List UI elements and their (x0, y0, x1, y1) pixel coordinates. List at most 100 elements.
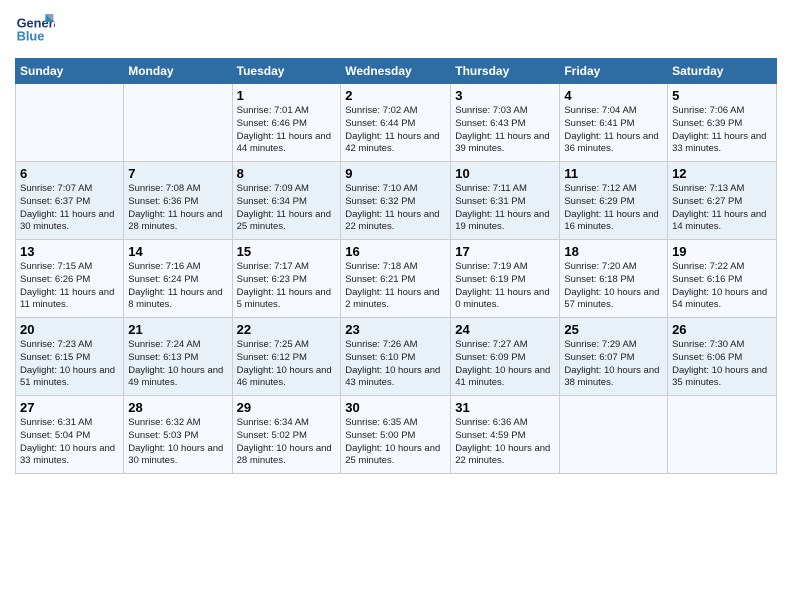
day-number: 21 (128, 322, 227, 337)
day-details: Sunrise: 7:13 AM Sunset: 6:27 PM Dayligh… (672, 183, 772, 234)
calendar-cell: 8 Sunrise: 7:09 AM Sunset: 6:34 PM Daylig… (232, 162, 341, 240)
day-number: 7 (128, 166, 227, 181)
calendar-cell (668, 396, 777, 474)
calendar-cell: 10Sunrise: 7:11 AM Sunset: 6:31 PM Dayli… (451, 162, 560, 240)
day-details: Sunrise: 7:08 AM Sunset: 6:36 PM Dayligh… (128, 183, 227, 234)
calendar-cell: 4 Sunrise: 7:04 AM Sunset: 6:41 PM Daylig… (560, 84, 668, 162)
day-details: Sunrise: 7:26 AM Sunset: 6:10 PM Dayligh… (345, 339, 446, 390)
day-details: Sunrise: 7:12 AM Sunset: 6:29 PM Dayligh… (564, 183, 663, 234)
day-number: 14 (128, 244, 227, 259)
calendar-cell: 2Sunrise: 7:02 AM Sunset: 6:44 PM Daylig… (341, 84, 451, 162)
calendar-cell: 16 Sunrise: 7:18 AM Sunset: 6:21 PM Dayli… (341, 240, 451, 318)
day-number: 9 (345, 166, 446, 181)
day-number: 24 (455, 322, 555, 337)
day-details: Sunrise: 7:22 AM Sunset: 6:16 PM Dayligh… (672, 261, 772, 312)
day-details: Sunrise: 7:16 AM Sunset: 6:24 PM Dayligh… (128, 261, 227, 312)
day-number: 23 (345, 322, 446, 337)
day-number: 22 (237, 322, 337, 337)
day-number: 28 (128, 400, 227, 415)
calendar-cell: 1 Sunrise: 7:01 AM Sunset: 6:46 PM Daylig… (232, 84, 341, 162)
day-number: 19 (672, 244, 772, 259)
day-details: Sunrise: 7:23 AM Sunset: 6:15 PM Dayligh… (20, 339, 119, 390)
day-number: 20 (20, 322, 119, 337)
day-details: Sunrise: 7:01 AM Sunset: 6:46 PM Dayligh… (237, 105, 337, 156)
calendar-header-row: SundayMondayTuesdayWednesdayThursdayFrid… (16, 59, 777, 84)
calendar-cell: 7 Sunrise: 7:08 AM Sunset: 6:36 PM Daylig… (124, 162, 232, 240)
day-number: 6 (20, 166, 119, 181)
day-number: 11 (564, 166, 663, 181)
day-details: Sunrise: 7:04 AM Sunset: 6:41 PM Dayligh… (564, 105, 663, 156)
calendar-header-thursday: Thursday (451, 59, 560, 84)
calendar-week-row: 1 Sunrise: 7:01 AM Sunset: 6:46 PM Daylig… (16, 84, 777, 162)
calendar-header-monday: Monday (124, 59, 232, 84)
day-details: Sunrise: 7:15 AM Sunset: 6:26 PM Dayligh… (20, 261, 119, 312)
day-number: 17 (455, 244, 555, 259)
day-number: 30 (345, 400, 446, 415)
calendar-cell: 30 Sunrise: 6:35 AM Sunset: 5:00 PM Dayli… (341, 396, 451, 474)
day-details: Sunrise: 7:07 AM Sunset: 6:37 PM Dayligh… (20, 183, 119, 234)
day-details: Sunrise: 6:31 AM Sunset: 5:04 PM Dayligh… (20, 417, 119, 468)
day-number: 29 (237, 400, 337, 415)
logo-icon: General Blue (15, 10, 55, 50)
day-details: Sunrise: 7:18 AM Sunset: 6:21 PM Dayligh… (345, 261, 446, 312)
calendar-week-row: 27 Sunrise: 6:31 AM Sunset: 5:04 PM Dayli… (16, 396, 777, 474)
day-number: 2 (345, 88, 446, 103)
calendar-cell: 13 Sunrise: 7:15 AM Sunset: 6:26 PM Dayli… (16, 240, 124, 318)
day-details: Sunrise: 6:36 AM Sunset: 4:59 PM Dayligh… (455, 417, 555, 468)
calendar-cell: 20 Sunrise: 7:23 AM Sunset: 6:15 PM Dayli… (16, 318, 124, 396)
svg-text:Blue: Blue (17, 28, 45, 43)
calendar-header-wednesday: Wednesday (341, 59, 451, 84)
day-details: Sunrise: 7:06 AM Sunset: 6:39 PM Dayligh… (672, 105, 772, 156)
day-number: 1 (237, 88, 337, 103)
calendar-cell: 28Sunrise: 6:32 AM Sunset: 5:03 PM Dayli… (124, 396, 232, 474)
day-number: 4 (564, 88, 663, 103)
calendar-cell: 26 Sunrise: 7:30 AM Sunset: 6:06 PM Dayli… (668, 318, 777, 396)
calendar-week-row: 20 Sunrise: 7:23 AM Sunset: 6:15 PM Dayli… (16, 318, 777, 396)
calendar-header-friday: Friday (560, 59, 668, 84)
day-number: 26 (672, 322, 772, 337)
day-details: Sunrise: 7:09 AM Sunset: 6:34 PM Dayligh… (237, 183, 337, 234)
calendar-cell: 23 Sunrise: 7:26 AM Sunset: 6:10 PM Dayli… (341, 318, 451, 396)
day-number: 10 (455, 166, 555, 181)
calendar-cell: 29 Sunrise: 6:34 AM Sunset: 5:02 PM Dayli… (232, 396, 341, 474)
calendar-cell: 12 Sunrise: 7:13 AM Sunset: 6:27 PM Dayli… (668, 162, 777, 240)
day-number: 16 (345, 244, 446, 259)
logo: General Blue (15, 10, 60, 50)
calendar-cell (124, 84, 232, 162)
day-details: Sunrise: 7:25 AM Sunset: 6:12 PM Dayligh… (237, 339, 337, 390)
calendar-cell: 24Sunrise: 7:27 AM Sunset: 6:09 PM Dayli… (451, 318, 560, 396)
calendar-cell: 17Sunrise: 7:19 AM Sunset: 6:19 PM Dayli… (451, 240, 560, 318)
calendar-cell: 27 Sunrise: 6:31 AM Sunset: 5:04 PM Dayli… (16, 396, 124, 474)
calendar-cell: 19 Sunrise: 7:22 AM Sunset: 6:16 PM Dayli… (668, 240, 777, 318)
day-details: Sunrise: 7:29 AM Sunset: 6:07 PM Dayligh… (564, 339, 663, 390)
day-details: Sunrise: 7:20 AM Sunset: 6:18 PM Dayligh… (564, 261, 663, 312)
calendar-cell: 11 Sunrise: 7:12 AM Sunset: 6:29 PM Dayli… (560, 162, 668, 240)
day-number: 18 (564, 244, 663, 259)
day-details: Sunrise: 6:34 AM Sunset: 5:02 PM Dayligh… (237, 417, 337, 468)
day-number: 15 (237, 244, 337, 259)
day-number: 31 (455, 400, 555, 415)
day-details: Sunrise: 7:24 AM Sunset: 6:13 PM Dayligh… (128, 339, 227, 390)
calendar-cell: 6 Sunrise: 7:07 AM Sunset: 6:37 PM Daylig… (16, 162, 124, 240)
calendar-header-sunday: Sunday (16, 59, 124, 84)
day-details: Sunrise: 7:03 AM Sunset: 6:43 PM Dayligh… (455, 105, 555, 156)
calendar-cell: 9 Sunrise: 7:10 AM Sunset: 6:32 PM Daylig… (341, 162, 451, 240)
day-number: 8 (237, 166, 337, 181)
calendar-cell: 14 Sunrise: 7:16 AM Sunset: 6:24 PM Dayli… (124, 240, 232, 318)
page-header: General Blue (15, 10, 777, 50)
day-details: Sunrise: 7:10 AM Sunset: 6:32 PM Dayligh… (345, 183, 446, 234)
day-number: 3 (455, 88, 555, 103)
day-number: 12 (672, 166, 772, 181)
calendar-cell: 15Sunrise: 7:17 AM Sunset: 6:23 PM Dayli… (232, 240, 341, 318)
day-number: 5 (672, 88, 772, 103)
calendar-cell: 5 Sunrise: 7:06 AM Sunset: 6:39 PM Daylig… (668, 84, 777, 162)
day-details: Sunrise: 7:30 AM Sunset: 6:06 PM Dayligh… (672, 339, 772, 390)
calendar-cell (560, 396, 668, 474)
day-number: 13 (20, 244, 119, 259)
calendar-cell: 21 Sunrise: 7:24 AM Sunset: 6:13 PM Dayli… (124, 318, 232, 396)
day-number: 25 (564, 322, 663, 337)
day-number: 27 (20, 400, 119, 415)
calendar-week-row: 6 Sunrise: 7:07 AM Sunset: 6:37 PM Daylig… (16, 162, 777, 240)
calendar-cell: 31 Sunrise: 6:36 AM Sunset: 4:59 PM Dayli… (451, 396, 560, 474)
day-details: Sunrise: 6:35 AM Sunset: 5:00 PM Dayligh… (345, 417, 446, 468)
